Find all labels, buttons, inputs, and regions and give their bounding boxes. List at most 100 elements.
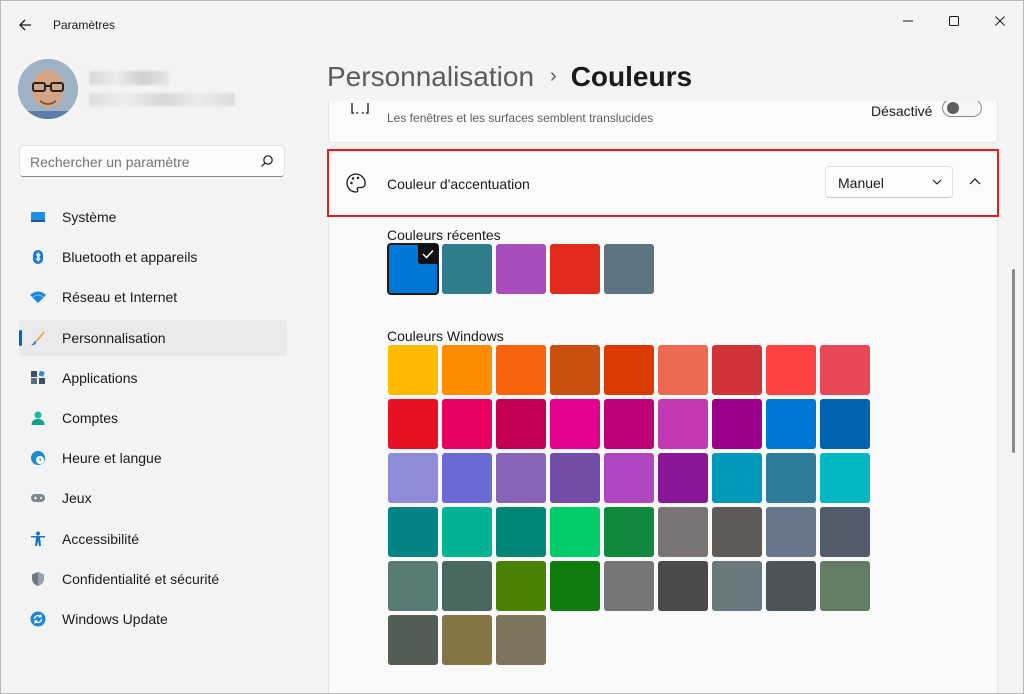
windows-color-swatch[interactable] xyxy=(496,561,546,611)
brush-icon xyxy=(31,330,45,345)
recent-color-swatch[interactable] xyxy=(496,244,546,294)
windows-color-swatch[interactable] xyxy=(496,453,546,503)
sidebar-item-windows-update[interactable]: Windows Update xyxy=(19,601,287,637)
sidebar-item-label: Réseau et Internet xyxy=(62,289,178,306)
close-icon xyxy=(995,16,1005,26)
windows-color-swatch[interactable] xyxy=(604,399,654,449)
sidebar-item-accessibilite[interactable]: Accessibilité xyxy=(19,521,287,557)
accent-color-label: Couleur d'accentuation xyxy=(387,176,530,192)
gamepad-icon xyxy=(31,494,45,503)
recent-color-swatch[interactable] xyxy=(550,244,600,294)
windows-color-swatch[interactable] xyxy=(766,345,816,395)
minimize-button[interactable] xyxy=(885,7,931,35)
windows-color-swatch[interactable] xyxy=(820,561,870,611)
sidebar-item-reseau[interactable]: Réseau et Internet xyxy=(19,279,287,315)
windows-color-swatch[interactable] xyxy=(388,399,438,449)
windows-color-swatch[interactable] xyxy=(442,507,492,557)
windows-color-swatch[interactable] xyxy=(658,507,708,557)
accent-color-expanded-panel: Couleurs récentes Couleurs Windows xyxy=(328,217,998,693)
bluetooth-icon xyxy=(33,250,43,265)
windows-color-swatch[interactable] xyxy=(604,345,654,395)
accent-mode-dropdown[interactable]: Manuel xyxy=(825,166,953,198)
windows-color-swatch[interactable] xyxy=(766,453,816,503)
back-button[interactable] xyxy=(13,13,37,37)
transparency-setting-card: Les fenêtres et les surfaces semblent tr… xyxy=(328,101,998,143)
windows-color-swatch[interactable] xyxy=(712,453,762,503)
windows-color-swatch[interactable] xyxy=(658,399,708,449)
sidebar-nav: Système Bluetooth et appareils Réseau et… xyxy=(19,199,287,641)
windows-color-swatch[interactable] xyxy=(496,345,546,395)
transparency-description: Les fenêtres et les surfaces semblent tr… xyxy=(387,111,654,125)
windows-color-swatch[interactable] xyxy=(496,615,546,665)
sidebar-item-label: Applications xyxy=(62,369,138,386)
windows-color-swatch[interactable] xyxy=(820,345,870,395)
windows-color-swatch[interactable] xyxy=(496,507,546,557)
maximize-icon xyxy=(949,16,959,26)
windows-color-swatch[interactable] xyxy=(388,615,438,665)
windows-color-swatch[interactable] xyxy=(712,345,762,395)
sidebar-item-bluetooth[interactable]: Bluetooth et appareils xyxy=(19,239,287,275)
sidebar-item-heure[interactable]: Heure et langue xyxy=(19,440,287,476)
windows-color-swatch[interactable] xyxy=(712,507,762,557)
windows-color-swatch[interactable] xyxy=(820,399,870,449)
minimize-icon xyxy=(903,20,913,22)
breadcrumb: Personnalisation › Couleurs xyxy=(327,61,692,93)
system-icon xyxy=(31,212,45,222)
windows-color-swatch[interactable] xyxy=(442,615,492,665)
windows-color-swatch[interactable] xyxy=(658,345,708,395)
sidebar-item-label: Confidentialité et sécurité xyxy=(62,570,220,587)
close-button[interactable] xyxy=(977,7,1023,35)
windows-color-swatch[interactable] xyxy=(766,561,816,611)
windows-color-swatch[interactable] xyxy=(766,507,816,557)
recent-color-swatch[interactable] xyxy=(604,244,654,294)
windows-color-swatch[interactable] xyxy=(658,453,708,503)
windows-color-swatch[interactable] xyxy=(496,399,546,449)
recent-color-swatch[interactable] xyxy=(442,244,492,294)
windows-color-swatch[interactable] xyxy=(550,345,600,395)
back-arrow-icon xyxy=(19,19,31,31)
windows-color-swatch[interactable] xyxy=(388,561,438,611)
windows-color-swatch[interactable] xyxy=(712,561,762,611)
transparency-toggle[interactable] xyxy=(942,101,982,117)
update-icon xyxy=(30,611,46,627)
windows-color-swatch[interactable] xyxy=(550,453,600,503)
user-photo-icon xyxy=(18,59,78,119)
recent-colors-title: Couleurs récentes xyxy=(387,227,501,243)
scrollbar[interactable] xyxy=(1012,269,1015,453)
windows-color-swatch[interactable] xyxy=(766,399,816,449)
collapse-button[interactable] xyxy=(965,172,985,192)
windows-color-swatch[interactable] xyxy=(388,507,438,557)
sidebar-item-jeux[interactable]: Jeux xyxy=(19,480,287,516)
windows-color-swatch[interactable] xyxy=(820,507,870,557)
search-input[interactable] xyxy=(30,154,250,170)
windows-color-swatch[interactable] xyxy=(442,453,492,503)
windows-color-swatch[interactable] xyxy=(712,399,762,449)
avatar[interactable] xyxy=(18,59,78,119)
windows-color-swatch[interactable] xyxy=(442,399,492,449)
sidebar-item-personnalisation[interactable]: Personnalisation xyxy=(19,319,287,356)
windows-color-swatch[interactable] xyxy=(820,453,870,503)
windows-color-swatch[interactable] xyxy=(658,561,708,611)
breadcrumb-parent[interactable]: Personnalisation xyxy=(327,61,534,92)
sidebar-item-comptes[interactable]: Comptes xyxy=(19,400,287,436)
apps-icon xyxy=(31,370,45,384)
title-bar: Paramètres xyxy=(1,1,1023,45)
sidebar-item-applications[interactable]: Applications xyxy=(19,360,287,396)
windows-color-swatch[interactable] xyxy=(442,345,492,395)
windows-color-swatch[interactable] xyxy=(604,453,654,503)
windows-color-swatch[interactable] xyxy=(442,561,492,611)
windows-color-swatch[interactable] xyxy=(550,561,600,611)
search-box[interactable] xyxy=(19,145,285,177)
sidebar-item-systeme[interactable]: Système xyxy=(19,199,287,235)
accent-color-card[interactable]: Couleur d'accentuation Manuel xyxy=(328,151,998,216)
recent-color-swatch[interactable] xyxy=(387,243,439,295)
windows-color-swatch[interactable] xyxy=(604,507,654,557)
page-title: Couleurs xyxy=(570,61,693,92)
windows-color-swatch[interactable] xyxy=(604,561,654,611)
windows-color-swatch[interactable] xyxy=(388,453,438,503)
maximize-button[interactable] xyxy=(931,7,977,35)
windows-color-swatch[interactable] xyxy=(388,345,438,395)
windows-color-swatch[interactable] xyxy=(550,507,600,557)
windows-color-swatch[interactable] xyxy=(550,399,600,449)
sidebar-item-confidentialite[interactable]: Confidentialité et sécurité xyxy=(19,561,287,597)
